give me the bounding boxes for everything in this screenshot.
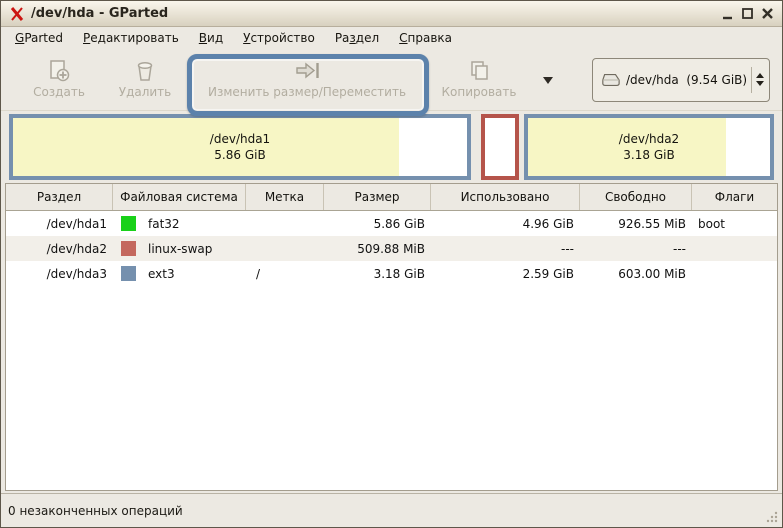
column-header-filesystem[interactable]: Файловая система — [113, 184, 246, 210]
gparted-window: /dev/hda - GParted GParted Редактировать… — [0, 0, 783, 528]
pending-operations-text: 0 незаконченных операций — [8, 503, 183, 518]
device-selector[interactable]: /dev/hda (9.54 GiB) — [592, 57, 770, 102]
fs-color-chip — [121, 266, 136, 281]
copy-icon — [471, 61, 488, 80]
partition-block-label: /dev/hda2 3.18 GiB — [618, 132, 680, 162]
cell-filesystem: linux-swap — [113, 236, 246, 261]
harddisk-icon — [602, 73, 620, 86]
window-title: /dev/hda - GParted — [31, 6, 169, 21]
column-header-partition[interactable]: Раздел — [6, 184, 113, 210]
toolbar: Создать Удалить Изменить размер/Перемест… — [1, 49, 782, 116]
column-header-flags[interactable]: Флаги — [692, 184, 777, 210]
cell-used: --- — [561, 241, 574, 256]
cell-free: 603.00 MiB — [618, 266, 686, 281]
cell-partition: /dev/hda2 — [46, 241, 107, 256]
minimize-button[interactable] — [719, 5, 736, 22]
spinner-arrows-icon[interactable] — [756, 69, 764, 90]
menu-item-help[interactable]: Справка — [389, 29, 462, 47]
partition-block-swap[interactable] — [481, 114, 519, 180]
cell-partition: /dev/hda1 — [46, 216, 107, 231]
table-row[interactable]: /dev/hda1 fat32 5.86 GiB 4.96 GiB 926.55… — [6, 211, 777, 236]
toolbar-overflow-button[interactable] — [541, 71, 555, 89]
title-bar[interactable]: /dev/hda - GParted — [1, 1, 782, 27]
column-header-size[interactable]: Размер — [324, 184, 431, 210]
new-document-icon — [50, 60, 70, 82]
cell-size: 509.88 MiB — [357, 241, 425, 256]
column-header-free[interactable]: Свободно — [580, 184, 692, 210]
fs-color-chip — [121, 241, 136, 256]
partition-block-label: /dev/hda1 5.86 GiB — [209, 132, 271, 162]
table-row[interactable]: /dev/hda2 linux-swap 509.88 MiB --- --- — [6, 236, 777, 261]
delete-partition-label: Удалить — [118, 85, 172, 99]
resize-move-button[interactable]: Изменить размер/Переместить — [187, 49, 427, 110]
resize-grip-icon[interactable] — [765, 510, 779, 524]
table-header: Раздел Файловая система Метка Размер Исп… — [6, 184, 777, 211]
combo-separator — [751, 66, 752, 93]
spin-up-icon — [756, 69, 764, 78]
device-selector-value: /dev/hda (9.54 GiB) — [625, 72, 748, 87]
cell-label — [246, 211, 324, 236]
menu-item-gparted[interactable]: GParted — [5, 29, 73, 47]
status-bar: 0 незаконченных операций — [1, 493, 782, 527]
minimize-icon — [723, 16, 732, 20]
cell-size: 3.18 GiB — [373, 266, 425, 281]
delete-partition-button[interactable]: Удалить — [103, 49, 187, 110]
fs-color-chip — [121, 216, 136, 231]
cell-free: 926.55 MiB — [618, 216, 686, 231]
spin-down-icon — [756, 81, 764, 90]
cell-filesystem: ext3 — [113, 261, 246, 286]
cell-flags: boot — [698, 216, 726, 231]
menu-item-view[interactable]: Вид — [189, 29, 233, 47]
cell-size: 5.86 GiB — [373, 216, 425, 231]
resize-move-label: Изменить размер/Переместить — [207, 85, 407, 99]
maximize-button[interactable] — [739, 5, 756, 22]
maximize-icon — [742, 8, 753, 19]
menu-item-partition[interactable]: Раздел — [325, 29, 389, 47]
partition-visual-bar: /dev/hda1 5.86 GiB /dev/hda2 3.18 GiB — [1, 111, 782, 183]
copy-partition-label: Копировать — [441, 85, 517, 99]
table-row[interactable]: /dev/hda3 ext3 / 3.18 GiB 2.59 GiB 603.0… — [6, 261, 777, 286]
new-partition-label: Создать — [33, 85, 85, 99]
cell-used: 2.59 GiB — [522, 266, 574, 281]
resize-move-icon — [296, 62, 319, 79]
cell-label — [246, 236, 324, 261]
menu-bar: GParted Редактировать Вид Устройство Раз… — [1, 27, 782, 49]
partition-table: Раздел Файловая система Метка Размер Исп… — [5, 183, 778, 491]
close-icon — [762, 8, 773, 19]
copy-partition-button[interactable]: Копировать — [427, 49, 531, 110]
cell-used: 4.96 GiB — [522, 216, 574, 231]
cell-free: --- — [673, 241, 686, 256]
close-button[interactable] — [759, 5, 776, 22]
cell-label: / — [256, 266, 261, 281]
new-partition-button[interactable]: Создать — [15, 49, 103, 110]
chevron-down-icon — [543, 76, 553, 89]
cell-flags — [692, 261, 777, 286]
menu-item-edit[interactable]: Редактировать — [73, 29, 189, 47]
menu-item-device[interactable]: Устройство — [233, 29, 325, 47]
cell-filesystem: fat32 — [113, 211, 246, 236]
cell-flags — [692, 236, 777, 261]
partition-block-hda1[interactable]: /dev/hda1 5.86 GiB — [9, 114, 471, 180]
cell-partition: /dev/hda3 — [46, 266, 107, 281]
column-header-used[interactable]: Использовано — [431, 184, 580, 210]
partition-block-hda2[interactable]: /dev/hda2 3.18 GiB — [524, 114, 774, 180]
x11-logo-icon — [10, 6, 24, 21]
column-header-label[interactable]: Метка — [246, 184, 324, 210]
trash-icon — [137, 61, 153, 81]
